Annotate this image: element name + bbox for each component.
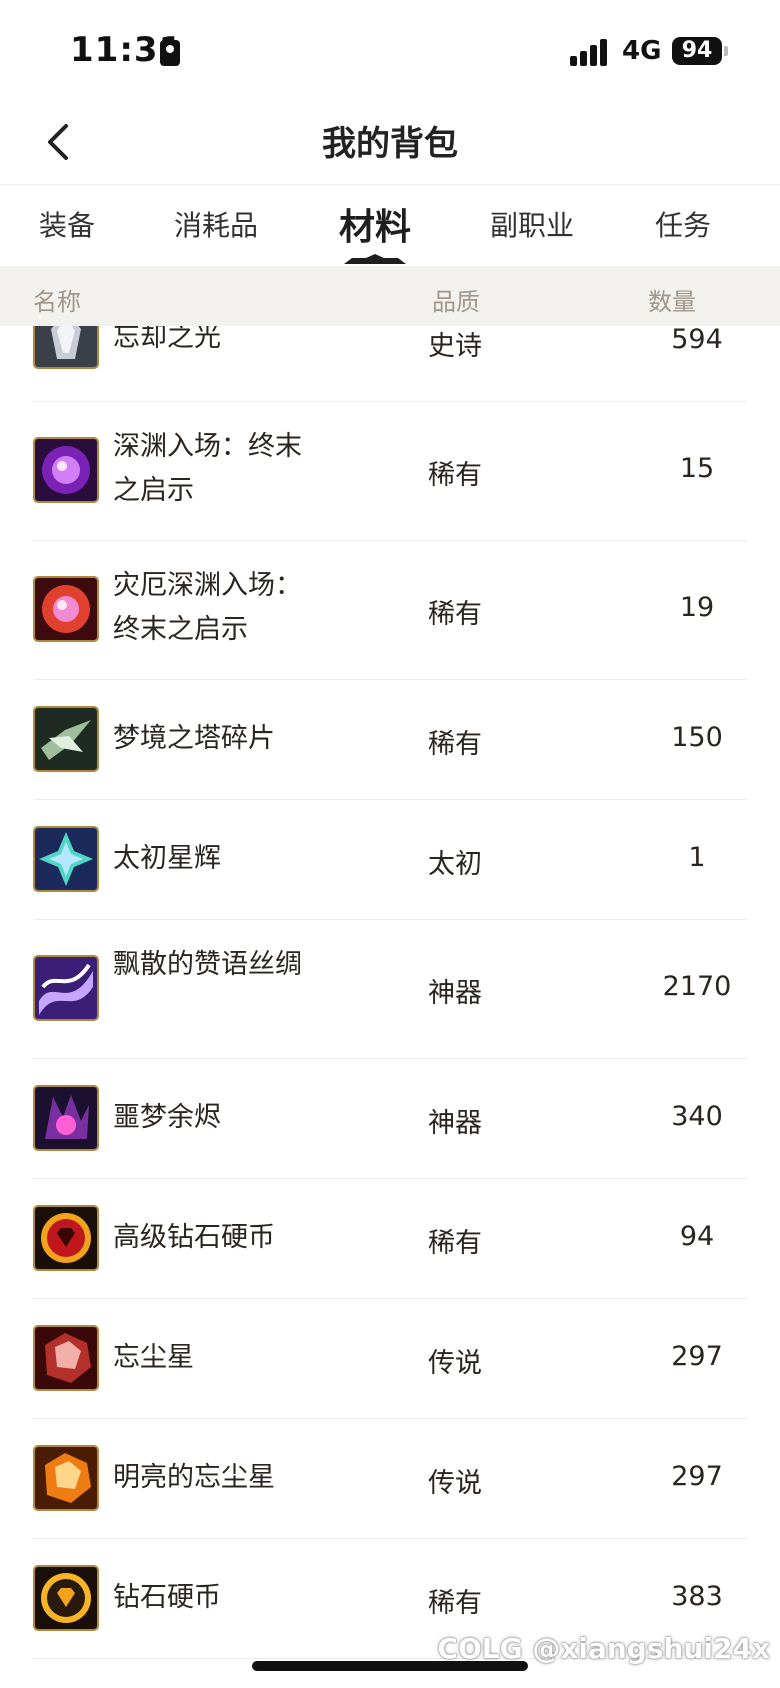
item-name: 深渊入场：终末之启示 xyxy=(113,431,302,506)
item-count: 150 xyxy=(671,722,723,753)
item-quality: 传说 xyxy=(428,1348,482,1379)
item-quality: 史诗 xyxy=(428,331,482,362)
item-count: 19 xyxy=(679,592,715,623)
network-type: 4G xyxy=(622,36,662,66)
item-quality: 稀有 xyxy=(428,729,482,760)
item-list[interactable]: 忘却之光 史诗 594 深渊入场：终末之启示 稀有 15 灾厄深渊入场：终末之启… xyxy=(0,326,780,1688)
list-item[interactable]: 明亮的忘尘星 传说 297 xyxy=(33,1418,747,1539)
item-quality: 传说 xyxy=(428,1468,482,1499)
item-name: 太初星辉 xyxy=(113,843,221,874)
green-shard-icon xyxy=(33,706,99,772)
tab-consumables[interactable]: 消耗品 xyxy=(174,204,258,244)
tab-materials[interactable]: 材料 xyxy=(339,198,411,250)
battery-icon: 94 xyxy=(672,37,722,65)
tab-bar: 装备 消耗品 材料 副职业 任务 xyxy=(0,184,780,266)
item-count: 94 xyxy=(679,1221,715,1252)
active-tab-indicator-icon xyxy=(344,254,406,264)
item-count: 1 xyxy=(688,842,706,873)
list-item[interactable]: 太初星辉 太初 1 xyxy=(33,799,747,920)
contact-card-icon xyxy=(160,40,180,66)
item-count: 383 xyxy=(671,1581,723,1612)
cellular-signal-icon xyxy=(570,38,610,66)
tab-sub-profession[interactable]: 副职业 xyxy=(490,204,574,244)
list-item[interactable]: 噩梦余烬 神器 340 xyxy=(33,1058,747,1179)
item-count: 297 xyxy=(671,1461,723,1492)
item-quality: 稀有 xyxy=(428,1228,482,1259)
item-name: 钻石硬币 xyxy=(113,1582,221,1613)
list-item[interactable]: 灾厄深渊入场：终末之启示 稀有 19 xyxy=(33,540,747,680)
item-name: 梦境之塔碎片 xyxy=(113,723,275,754)
list-item[interactable]: 高级钻石硬币 稀有 94 xyxy=(33,1178,747,1299)
item-quality: 神器 xyxy=(428,978,482,1009)
header-count: 数量 xyxy=(648,288,696,316)
battery-tip xyxy=(724,46,728,56)
tab-equipment[interactable]: 装备 xyxy=(39,204,95,244)
prism-star-icon xyxy=(33,826,99,892)
tab-quests[interactable]: 任务 xyxy=(655,204,711,244)
silver-crystal-icon xyxy=(33,326,99,369)
list-item[interactable]: 忘尘星 传说 297 xyxy=(33,1298,747,1419)
item-quality: 太初 xyxy=(428,849,482,880)
purple-orb-icon xyxy=(33,437,99,503)
item-name: 噩梦余烬 xyxy=(113,1102,221,1133)
item-name: 明亮的忘尘星 xyxy=(113,1462,275,1493)
orange-star-stone-icon xyxy=(33,1445,99,1511)
red-orb-icon xyxy=(33,576,99,642)
item-count: 15 xyxy=(679,453,715,484)
item-count: 594 xyxy=(671,326,723,355)
item-name: 飘散的赞语丝绸 xyxy=(113,949,302,980)
item-count: 297 xyxy=(671,1341,723,1372)
item-name: 忘却之光 xyxy=(113,326,221,353)
gold-diamond-coin-icon xyxy=(33,1565,99,1631)
nav-bar: 我的背包 xyxy=(0,100,780,185)
red-star-stone-icon xyxy=(33,1325,99,1391)
item-name: 高级钻石硬币 xyxy=(113,1222,275,1253)
item-name: 忘尘星 xyxy=(113,1342,194,1373)
item-quality: 稀有 xyxy=(428,1588,482,1619)
item-name: 灾厄深渊入场：终末之启示 xyxy=(113,570,302,645)
list-item[interactable]: 梦境之塔碎片 稀有 150 xyxy=(33,679,747,800)
item-quality: 稀有 xyxy=(428,599,482,630)
list-item[interactable]: 飘散的赞语丝绸 神器 2170 xyxy=(33,919,747,1059)
red-diamond-coin-icon xyxy=(33,1205,99,1271)
header-name: 名称 xyxy=(33,288,81,316)
list-item[interactable]: 深渊入场：终末之启示 稀有 15 xyxy=(33,401,747,541)
item-quality: 神器 xyxy=(428,1108,482,1139)
table-header: 名称 品质 数量 xyxy=(0,266,780,326)
header-quality: 品质 xyxy=(432,288,480,316)
item-count: 340 xyxy=(671,1101,723,1132)
list-item[interactable]: 忘却之光 史诗 594 xyxy=(33,326,747,402)
violet-silk-icon xyxy=(33,955,99,1021)
item-quality: 稀有 xyxy=(428,460,482,491)
page-title: 我的背包 xyxy=(322,124,458,164)
nightmare-ember-icon xyxy=(33,1085,99,1151)
item-count: 2170 xyxy=(662,971,732,1002)
home-indicator[interactable] xyxy=(252,1661,528,1671)
status-bar: 11:31 4G 94 xyxy=(0,0,780,100)
